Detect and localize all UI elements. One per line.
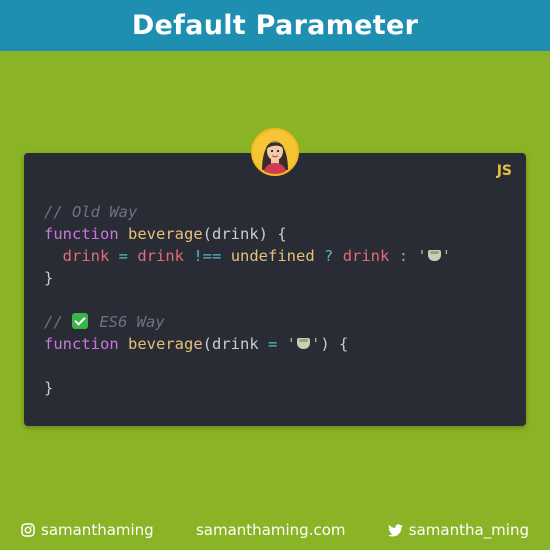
code-token: ? — [314, 247, 343, 265]
code-token: } — [44, 269, 54, 287]
code-block: // Old Way function beverage(drink) { dri… — [44, 201, 451, 399]
code-token: !== — [184, 247, 231, 265]
code-token: ) { — [258, 225, 287, 243]
code-token: undefined — [230, 247, 315, 265]
header-banner: Default Parameter — [0, 0, 550, 51]
code-token: beverage — [128, 225, 203, 243]
instagram-handle[interactable]: samanthaming — [21, 521, 154, 539]
language-badge: JS — [496, 163, 512, 179]
tea-emoji-icon — [296, 337, 311, 350]
avatar-icon — [251, 128, 299, 176]
code-card: JS // Old Way function beverage(drink) { … — [24, 153, 526, 426]
code-token: } — [44, 379, 54, 397]
check-mark-icon — [72, 313, 88, 329]
code-line: // ES6 Way — [44, 311, 451, 333]
code-token: = — [258, 335, 287, 353]
avatar-illustration — [253, 130, 297, 174]
instagram-icon — [21, 523, 35, 537]
code-token: // Old Way — [44, 203, 138, 221]
code-token: drink — [212, 335, 259, 353]
code-token: // — [44, 313, 72, 331]
code-token: ) { — [320, 335, 349, 353]
code-token: drink — [62, 247, 110, 265]
twitter-label: samantha_ming — [408, 521, 529, 539]
code-token: drink — [137, 247, 185, 265]
page-title: Default Parameter — [131, 10, 419, 41]
code-token: ( — [202, 335, 212, 353]
code-line: function beverage(drink) { — [44, 223, 451, 245]
code-token: ' — [286, 335, 297, 353]
twitter-icon — [387, 523, 403, 536]
code-token: ' — [417, 247, 427, 265]
tea-emoji-icon — [427, 249, 442, 262]
code-token: ( — [202, 225, 212, 243]
code-token: ' — [311, 335, 321, 353]
code-line: drink = drink !== undefined ? drink : ' ' — [44, 245, 451, 267]
code-token: = — [109, 247, 138, 265]
code-token: : — [389, 247, 418, 265]
code-token: drink — [212, 225, 259, 243]
website-link[interactable]: samanthaming.com — [196, 521, 346, 539]
instagram-label: samanthaming — [41, 521, 154, 539]
code-token: beverage — [128, 335, 203, 353]
footer: samanthaming samanthaming.com samantha_m… — [0, 516, 550, 544]
code-token: ES6 Way — [90, 313, 165, 331]
code-line: // Old Way — [44, 201, 451, 223]
code-line: } — [44, 377, 451, 399]
code-token: ' — [441, 247, 452, 265]
code-line: } — [44, 267, 451, 289]
code-token: drink — [342, 247, 390, 265]
code-line: function beverage(drink = ' ') { — [44, 333, 451, 355]
website-label: samanthaming.com — [195, 521, 346, 539]
code-token: function — [44, 225, 128, 243]
twitter-handle[interactable]: samantha_ming — [387, 521, 529, 539]
code-token: function — [44, 335, 128, 353]
